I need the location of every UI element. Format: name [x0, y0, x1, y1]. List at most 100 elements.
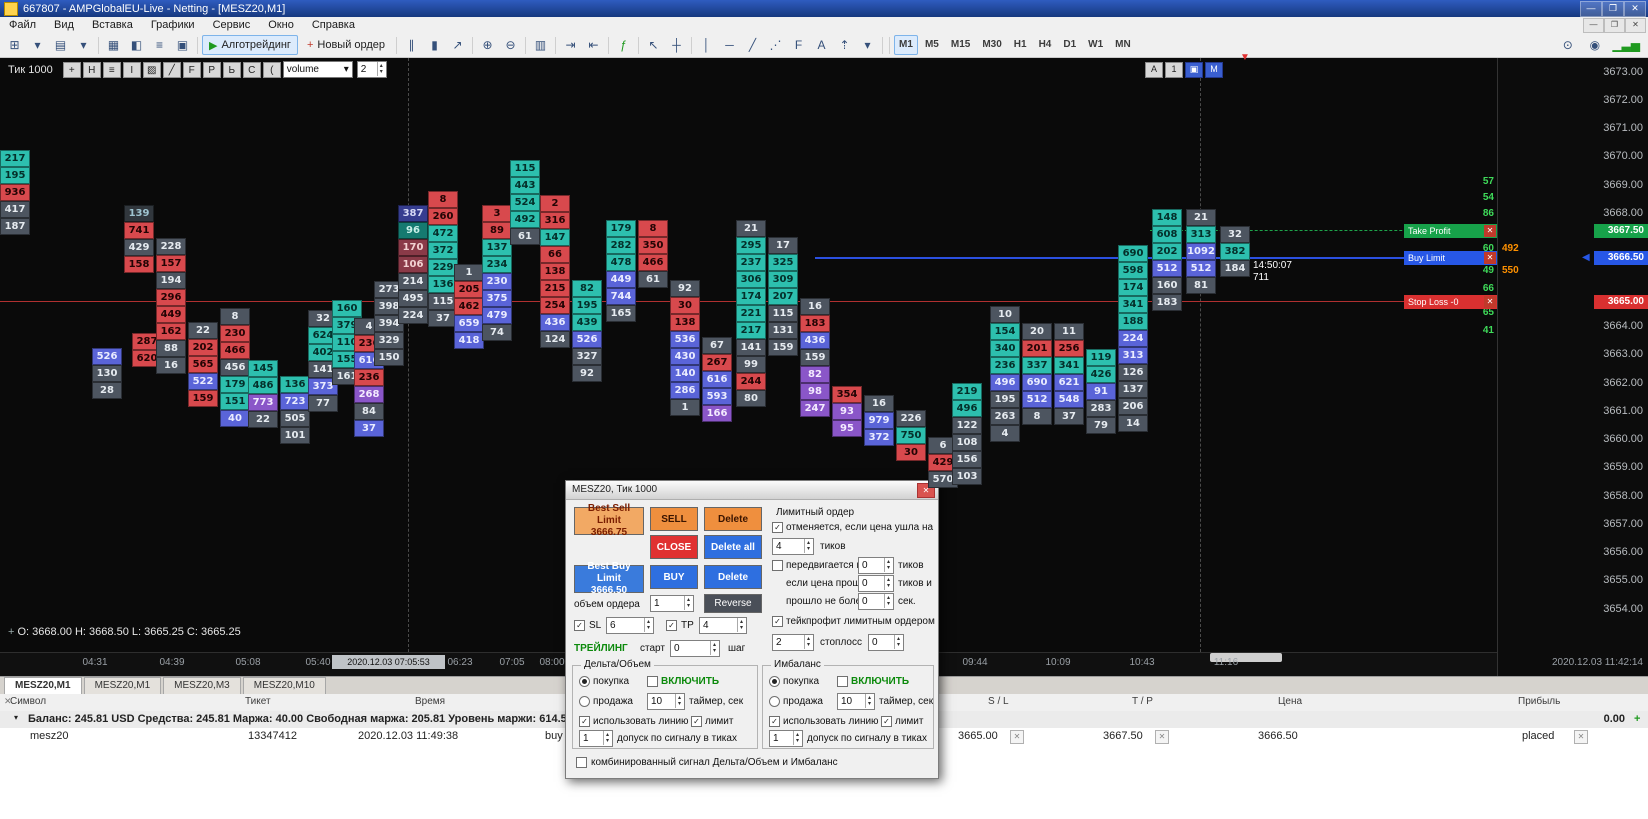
stoploss-spinner[interactable]: 0 [868, 634, 904, 651]
cluster-button-3[interactable]: I [123, 62, 141, 78]
delta-sell-radio[interactable] [579, 696, 590, 707]
imbalance-buy-radio[interactable] [769, 676, 780, 687]
delete-buy-button[interactable]: Delete [704, 565, 762, 589]
sell-button[interactable]: SELL [650, 507, 698, 531]
take-profit-close-icon[interactable]: ✕ [1484, 225, 1496, 237]
imbalance-timer-spinner[interactable]: 10 [837, 693, 875, 710]
buy-limit-tag[interactable]: Buy Limit✕ [1404, 251, 1497, 265]
button-1[interactable]: 1 [1165, 62, 1183, 78]
cancel-ticks-spinner[interactable]: 4 [772, 538, 814, 555]
if-passed-spinner[interactable]: 0 [858, 575, 894, 592]
connection-icon[interactable]: ▁▃▅ [1611, 35, 1641, 55]
moves-spinner[interactable]: 0 [858, 557, 894, 574]
tp-limit-checkbox[interactable]: ✓ [772, 616, 783, 627]
imbalance-enable-checkbox[interactable] [837, 676, 848, 687]
volume-mode-select[interactable]: volume ▾ [283, 61, 353, 78]
indicators-button[interactable]: ƒ [613, 35, 634, 55]
delta-timer-spinner[interactable]: 10 [647, 693, 685, 710]
sl-checkbox[interactable]: ✓ [574, 620, 585, 631]
timeframe-d1[interactable]: D1 [1058, 35, 1081, 55]
delete-all-button[interactable]: Delete all [704, 535, 762, 559]
crosshair-button[interactable]: ┼ [666, 35, 687, 55]
profiles-arrow-button[interactable]: ▾ [73, 35, 94, 55]
arrows-tool-button[interactable]: ⇡ [834, 35, 855, 55]
new-chart-button[interactable]: ⊞ [4, 35, 25, 55]
combined-signal-checkbox[interactable] [576, 757, 587, 768]
timeframe-m1[interactable]: M1 [894, 35, 918, 55]
best-buy-limit-button[interactable]: Best Buy Limit 3666.50 [574, 565, 644, 593]
menu-item-вставка[interactable]: Вставка [83, 19, 142, 31]
market-watch-button[interactable]: ▦ [103, 35, 124, 55]
child-restore-button[interactable]: ❐ [1604, 18, 1625, 33]
search-icon[interactable]: ⊙ [1557, 35, 1578, 55]
child-close-button[interactable]: ✕ [1625, 18, 1646, 33]
tp-offset-spinner[interactable]: 2 [772, 634, 814, 651]
order-tp-close-icon[interactable]: ✕ [1155, 730, 1169, 744]
candles-chart-button[interactable]: ▮ [424, 35, 445, 55]
text-tool-button[interactable]: A [811, 35, 832, 55]
order-sl-close-icon[interactable]: ✕ [1010, 730, 1024, 744]
stop-loss-tag[interactable]: Stop Loss -0✕ [1404, 295, 1497, 309]
zoom-out-button[interactable]: ⊖ [500, 35, 521, 55]
dialog-title[interactable]: MESZ20, Тик 1000 [566, 481, 938, 500]
objects-arrow-button[interactable]: ▾ [857, 35, 878, 55]
order-state-close-icon[interactable]: ✕ [1574, 730, 1588, 744]
auto-scroll-button[interactable]: ⇥ [560, 35, 581, 55]
menu-item-окно[interactable]: Окно [259, 19, 303, 31]
imbalance-limit-checkbox[interactable]: ✓ [881, 716, 892, 727]
menu-item-графики[interactable]: Графики [142, 19, 204, 31]
cluster-button-0[interactable]: + [63, 62, 81, 78]
delta-tolerance-spinner[interactable]: 1 [579, 730, 613, 747]
delta-enable-checkbox[interactable] [647, 676, 658, 687]
chart-shift-button[interactable]: ⇤ [583, 35, 604, 55]
cluster-button-10[interactable]: ( [263, 62, 281, 78]
cancel-if-away-checkbox[interactable]: ✓ [772, 522, 783, 533]
zoom-in-button[interactable]: ⊕ [477, 35, 498, 55]
cluster-button-5[interactable]: ╱ [163, 62, 181, 78]
cluster-button-1[interactable]: H [83, 62, 101, 78]
menu-item-вид[interactable]: Вид [45, 19, 83, 31]
cluster-button-2[interactable]: ≡ [103, 62, 121, 78]
order-volume-spinner[interactable]: 1 [650, 595, 694, 612]
timeframe-m30[interactable]: M30 [977, 35, 1006, 55]
navigator-button[interactable]: ≡ [149, 35, 170, 55]
best-sell-limit-button[interactable]: Best Sell Limit 3666.75 [574, 507, 644, 535]
minimize-button[interactable]: — [1580, 1, 1602, 17]
toolbox-button[interactable]: ▣ [172, 35, 193, 55]
horizontal-line-button[interactable]: ─ [719, 35, 740, 55]
buy-button[interactable]: BUY [650, 565, 698, 589]
delta-use-line-checkbox[interactable]: ✓ [579, 716, 590, 727]
channel-button[interactable]: ⋰ [765, 35, 786, 55]
collapse-icon[interactable]: ▾ [14, 713, 18, 722]
close-button[interactable]: ✕ [1624, 1, 1646, 17]
chart-tab-1[interactable]: MESZ20,M1 [84, 677, 162, 694]
chart-tab-2[interactable]: MESZ20,M3 [163, 677, 241, 694]
algo-trading-button[interactable]: ▶Алготрейдинг [202, 35, 298, 55]
button-a[interactable]: A [1145, 62, 1163, 78]
cluster-button-7[interactable]: P [203, 62, 221, 78]
menu-item-файл[interactable]: Файл [0, 19, 45, 31]
button-grid[interactable]: ▣ [1185, 62, 1203, 78]
cluster-button-6[interactable]: F [183, 62, 201, 78]
stop-loss-close-icon[interactable]: ✕ [1484, 296, 1496, 308]
chart-tab-3[interactable]: MESZ20,M10 [243, 677, 326, 694]
line-chart-button[interactable]: ↗ [447, 35, 468, 55]
bars-chart-button[interactable]: ∥ [401, 35, 422, 55]
cluster-button-8[interactable]: Ь [223, 62, 241, 78]
trailing-start-spinner[interactable]: 0 [670, 640, 720, 657]
tp-checkbox[interactable]: ✓ [666, 620, 677, 631]
restore-button[interactable]: ❐ [1602, 1, 1624, 17]
reverse-button[interactable]: Reverse [704, 594, 762, 613]
no-more-spinner[interactable]: 0 [858, 593, 894, 610]
timeframe-m5[interactable]: M5 [920, 35, 944, 55]
timeframe-m15[interactable]: M15 [946, 35, 975, 55]
timeframe-h1[interactable]: H1 [1009, 35, 1032, 55]
timeframe-h4[interactable]: H4 [1034, 35, 1057, 55]
add-icon[interactable]: + [1634, 713, 1640, 725]
moves-checkbox[interactable] [772, 560, 783, 571]
vertical-line-button[interactable]: │ [696, 35, 717, 55]
child-minimize-button[interactable]: — [1583, 18, 1604, 33]
take-profit-tag[interactable]: Take Profit✕ [1404, 224, 1497, 238]
cursor-button[interactable]: ↖ [643, 35, 664, 55]
imbalance-sell-radio[interactable] [769, 696, 780, 707]
